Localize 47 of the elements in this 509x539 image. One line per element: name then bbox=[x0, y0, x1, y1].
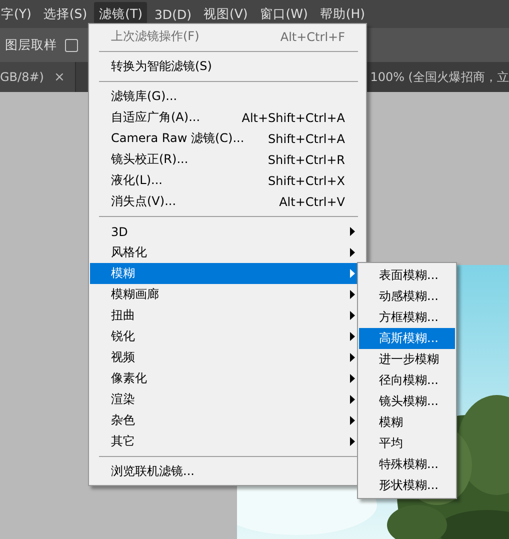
submenu-arrow-icon bbox=[350, 269, 355, 278]
menu-item[interactable]: 滤镜库(G)... bbox=[90, 86, 365, 107]
close-button[interactable]: × bbox=[54, 70, 65, 84]
shortcut-label: Alt+Shift+Ctrl+A bbox=[242, 110, 345, 124]
checkbox[interactable] bbox=[65, 38, 78, 52]
submenu-arrow-icon bbox=[350, 290, 355, 299]
menu-item[interactable]: 进一步模糊 bbox=[359, 349, 455, 370]
menu-bar-item[interactable]: 字(Y) bbox=[0, 2, 36, 26]
submenu-arrow-icon bbox=[350, 248, 355, 257]
menu-item[interactable]: 动感模糊... bbox=[359, 286, 455, 307]
submenu-arrow-icon bbox=[350, 395, 355, 404]
menu-bar-item[interactable]: 视图(V) bbox=[198, 2, 253, 26]
menu-bar-item[interactable]: 窗口(W) bbox=[254, 2, 313, 26]
shortcut-label: Shift+Ctrl+X bbox=[268, 174, 345, 188]
option-label: 图层取样 bbox=[5, 36, 57, 54]
menu-item[interactable]: 消失点(V)... Alt+Ctrl+V bbox=[90, 191, 365, 212]
shortcut-label: Alt+Ctrl+V bbox=[279, 194, 345, 208]
menu-item[interactable]: 径向模糊... bbox=[359, 370, 455, 391]
menu-item[interactable]: 模糊 bbox=[359, 412, 455, 433]
menu-item[interactable]: 平均 bbox=[359, 433, 455, 454]
submenu-arrow-icon bbox=[350, 416, 355, 425]
menu-item[interactable]: Camera Raw 滤镜(C)... Shift+Ctrl+A bbox=[90, 128, 365, 149]
menu-item[interactable]: 方框模糊... bbox=[359, 307, 455, 328]
shortcut-label: Alt+Ctrl+F bbox=[280, 30, 345, 44]
submenu-item[interactable]: 3D bbox=[90, 221, 365, 242]
menu-item[interactable]: 高斯模糊... bbox=[359, 328, 455, 349]
submenu-item[interactable]: 风格化 bbox=[90, 242, 365, 263]
menu-item[interactable]: 镜头校正(R)... Shift+Ctrl+R bbox=[90, 149, 365, 170]
menu-item[interactable]: 转换为智能滤镜(S) bbox=[90, 56, 365, 77]
document-tab[interactable]: GB/8#) × bbox=[0, 62, 76, 92]
shortcut-label: Shift+Ctrl+R bbox=[268, 152, 345, 166]
document-tab[interactable]: 100% (全国火爆招商，立 bbox=[370, 68, 509, 86]
submenu-arrow-icon bbox=[350, 311, 355, 320]
menu-item[interactable]: 液化(L)... Shift+Ctrl+X bbox=[90, 170, 365, 191]
submenu-arrow-icon bbox=[350, 353, 355, 362]
submenu-arrow-icon bbox=[350, 437, 355, 446]
menu-bar-item[interactable]: 帮助(H) bbox=[314, 2, 370, 26]
menu-bar-item[interactable]: 选择(S) bbox=[38, 2, 92, 26]
menu-bar-item[interactable]: 3D(D) bbox=[149, 2, 196, 26]
menu-item[interactable]: 特殊模糊... bbox=[359, 454, 455, 475]
submenu-arrow-icon bbox=[350, 227, 355, 236]
shortcut-label: Shift+Ctrl+A bbox=[268, 132, 345, 146]
menu-item[interactable]: 形状模糊... bbox=[359, 475, 455, 496]
menu-item[interactable]: 镜头模糊... bbox=[359, 391, 455, 412]
submenu-arrow-icon bbox=[350, 374, 355, 383]
menu-item[interactable]: 自适应广角(A)... Alt+Shift+Ctrl+A bbox=[90, 107, 365, 128]
submenu-arrow-icon bbox=[350, 332, 355, 341]
